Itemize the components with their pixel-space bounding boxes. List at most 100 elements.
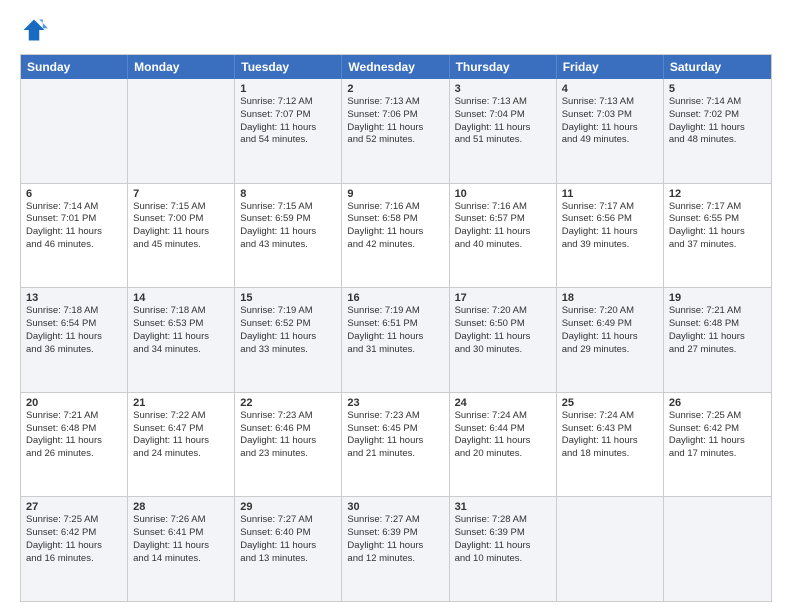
cell-info-line: Daylight: 11 hours bbox=[26, 331, 122, 344]
cell-info-line: and 40 minutes. bbox=[455, 239, 551, 252]
day-number: 10 bbox=[455, 188, 551, 200]
header-day-saturday: Saturday bbox=[664, 55, 771, 79]
cal-cell-2-3: 16Sunrise: 7:19 AMSunset: 6:51 PMDayligh… bbox=[342, 288, 449, 392]
cal-cell-2-6: 19Sunrise: 7:21 AMSunset: 6:48 PMDayligh… bbox=[664, 288, 771, 392]
cell-info-line: Daylight: 11 hours bbox=[240, 122, 336, 135]
cal-cell-2-0: 13Sunrise: 7:18 AMSunset: 6:54 PMDayligh… bbox=[21, 288, 128, 392]
cell-info-line: Daylight: 11 hours bbox=[26, 226, 122, 239]
cell-info-line: and 54 minutes. bbox=[240, 134, 336, 147]
week-row-4: 27Sunrise: 7:25 AMSunset: 6:42 PMDayligh… bbox=[21, 497, 771, 601]
logo-icon bbox=[20, 16, 48, 44]
cal-cell-0-0 bbox=[21, 79, 128, 183]
cell-info-line: Daylight: 11 hours bbox=[133, 435, 229, 448]
cell-info-line: Daylight: 11 hours bbox=[669, 331, 766, 344]
cell-info-line: Sunset: 7:04 PM bbox=[455, 109, 551, 122]
cell-info-line: Daylight: 11 hours bbox=[240, 331, 336, 344]
cell-info-line: Sunset: 6:53 PM bbox=[133, 318, 229, 331]
cell-info-line: Sunset: 7:06 PM bbox=[347, 109, 443, 122]
day-number: 4 bbox=[562, 83, 658, 95]
cell-info-line: and 34 minutes. bbox=[133, 344, 229, 357]
cal-cell-3-3: 23Sunrise: 7:23 AMSunset: 6:45 PMDayligh… bbox=[342, 393, 449, 497]
cell-info-line: Daylight: 11 hours bbox=[455, 435, 551, 448]
day-number: 12 bbox=[669, 188, 766, 200]
cell-info-line: Daylight: 11 hours bbox=[455, 226, 551, 239]
cal-cell-4-5 bbox=[557, 497, 664, 601]
cell-info-line: and 42 minutes. bbox=[347, 239, 443, 252]
cal-cell-2-4: 17Sunrise: 7:20 AMSunset: 6:50 PMDayligh… bbox=[450, 288, 557, 392]
cell-info-line: Daylight: 11 hours bbox=[562, 331, 658, 344]
cell-info-line: Daylight: 11 hours bbox=[669, 226, 766, 239]
cell-info-line: and 29 minutes. bbox=[562, 344, 658, 357]
day-number: 5 bbox=[669, 83, 766, 95]
cal-cell-0-4: 3Sunrise: 7:13 AMSunset: 7:04 PMDaylight… bbox=[450, 79, 557, 183]
cal-cell-1-3: 9Sunrise: 7:16 AMSunset: 6:58 PMDaylight… bbox=[342, 184, 449, 288]
cal-cell-3-2: 22Sunrise: 7:23 AMSunset: 6:46 PMDayligh… bbox=[235, 393, 342, 497]
cell-info-line: and 14 minutes. bbox=[133, 553, 229, 566]
cell-info-line: and 48 minutes. bbox=[669, 134, 766, 147]
cell-info-line: Sunrise: 7:13 AM bbox=[562, 96, 658, 109]
cell-info-line: Sunrise: 7:14 AM bbox=[26, 201, 122, 214]
cal-cell-4-1: 28Sunrise: 7:26 AMSunset: 6:41 PMDayligh… bbox=[128, 497, 235, 601]
cell-info-line: Daylight: 11 hours bbox=[240, 226, 336, 239]
cell-info-line: Daylight: 11 hours bbox=[26, 435, 122, 448]
cal-cell-0-3: 2Sunrise: 7:13 AMSunset: 7:06 PMDaylight… bbox=[342, 79, 449, 183]
cell-info-line: and 45 minutes. bbox=[133, 239, 229, 252]
cal-cell-4-0: 27Sunrise: 7:25 AMSunset: 6:42 PMDayligh… bbox=[21, 497, 128, 601]
cell-info-line: Sunset: 6:51 PM bbox=[347, 318, 443, 331]
cell-info-line: and 27 minutes. bbox=[669, 344, 766, 357]
cell-info-line: and 26 minutes. bbox=[26, 448, 122, 461]
cell-info-line: Sunset: 6:39 PM bbox=[455, 527, 551, 540]
day-number: 18 bbox=[562, 292, 658, 304]
cell-info-line: Sunset: 6:40 PM bbox=[240, 527, 336, 540]
cell-info-line: and 12 minutes. bbox=[347, 553, 443, 566]
day-number: 16 bbox=[347, 292, 443, 304]
cal-cell-4-6 bbox=[664, 497, 771, 601]
day-number: 13 bbox=[26, 292, 122, 304]
cell-info-line: Sunset: 6:39 PM bbox=[347, 527, 443, 540]
cal-cell-2-2: 15Sunrise: 7:19 AMSunset: 6:52 PMDayligh… bbox=[235, 288, 342, 392]
cell-info-line: Daylight: 11 hours bbox=[347, 331, 443, 344]
cal-cell-4-4: 31Sunrise: 7:28 AMSunset: 6:39 PMDayligh… bbox=[450, 497, 557, 601]
cal-cell-1-5: 11Sunrise: 7:17 AMSunset: 6:56 PMDayligh… bbox=[557, 184, 664, 288]
cal-cell-3-6: 26Sunrise: 7:25 AMSunset: 6:42 PMDayligh… bbox=[664, 393, 771, 497]
cal-cell-3-0: 20Sunrise: 7:21 AMSunset: 6:48 PMDayligh… bbox=[21, 393, 128, 497]
cell-info-line: Sunset: 6:57 PM bbox=[455, 213, 551, 226]
cell-info-line: Daylight: 11 hours bbox=[455, 122, 551, 135]
cell-info-line: Daylight: 11 hours bbox=[669, 122, 766, 135]
cell-info-line: Sunset: 7:01 PM bbox=[26, 213, 122, 226]
cell-info-line: Sunrise: 7:22 AM bbox=[133, 410, 229, 423]
cell-info-line: Sunrise: 7:13 AM bbox=[347, 96, 443, 109]
day-number: 29 bbox=[240, 501, 336, 513]
cell-info-line: Sunset: 7:02 PM bbox=[669, 109, 766, 122]
cell-info-line: Sunset: 6:42 PM bbox=[669, 423, 766, 436]
calendar-header: SundayMondayTuesdayWednesdayThursdayFrid… bbox=[21, 55, 771, 79]
cell-info-line: Sunrise: 7:23 AM bbox=[240, 410, 336, 423]
cell-info-line: Sunset: 6:46 PM bbox=[240, 423, 336, 436]
cal-cell-1-4: 10Sunrise: 7:16 AMSunset: 6:57 PMDayligh… bbox=[450, 184, 557, 288]
cell-info-line: Sunset: 6:47 PM bbox=[133, 423, 229, 436]
cell-info-line: Sunrise: 7:18 AM bbox=[26, 305, 122, 318]
cell-info-line: Sunset: 6:45 PM bbox=[347, 423, 443, 436]
cell-info-line: Daylight: 11 hours bbox=[562, 226, 658, 239]
cell-info-line: Daylight: 11 hours bbox=[240, 540, 336, 553]
day-number: 19 bbox=[669, 292, 766, 304]
cell-info-line: Daylight: 11 hours bbox=[347, 122, 443, 135]
cell-info-line: and 23 minutes. bbox=[240, 448, 336, 461]
cell-info-line: Sunrise: 7:19 AM bbox=[240, 305, 336, 318]
cal-cell-1-0: 6Sunrise: 7:14 AMSunset: 7:01 PMDaylight… bbox=[21, 184, 128, 288]
cell-info-line: Daylight: 11 hours bbox=[133, 226, 229, 239]
day-number: 7 bbox=[133, 188, 229, 200]
cell-info-line: Sunset: 7:00 PM bbox=[133, 213, 229, 226]
cell-info-line: Daylight: 11 hours bbox=[455, 540, 551, 553]
cell-info-line: Daylight: 11 hours bbox=[669, 435, 766, 448]
cell-info-line: Sunset: 6:42 PM bbox=[26, 527, 122, 540]
cell-info-line: Sunset: 6:59 PM bbox=[240, 213, 336, 226]
cell-info-line: Sunrise: 7:19 AM bbox=[347, 305, 443, 318]
cell-info-line: Sunset: 6:41 PM bbox=[133, 527, 229, 540]
day-number: 24 bbox=[455, 397, 551, 409]
cell-info-line: and 30 minutes. bbox=[455, 344, 551, 357]
cell-info-line: Sunrise: 7:20 AM bbox=[455, 305, 551, 318]
week-row-0: 1Sunrise: 7:12 AMSunset: 7:07 PMDaylight… bbox=[21, 79, 771, 184]
calendar: SundayMondayTuesdayWednesdayThursdayFrid… bbox=[20, 54, 772, 602]
cell-info-line: Sunrise: 7:15 AM bbox=[240, 201, 336, 214]
